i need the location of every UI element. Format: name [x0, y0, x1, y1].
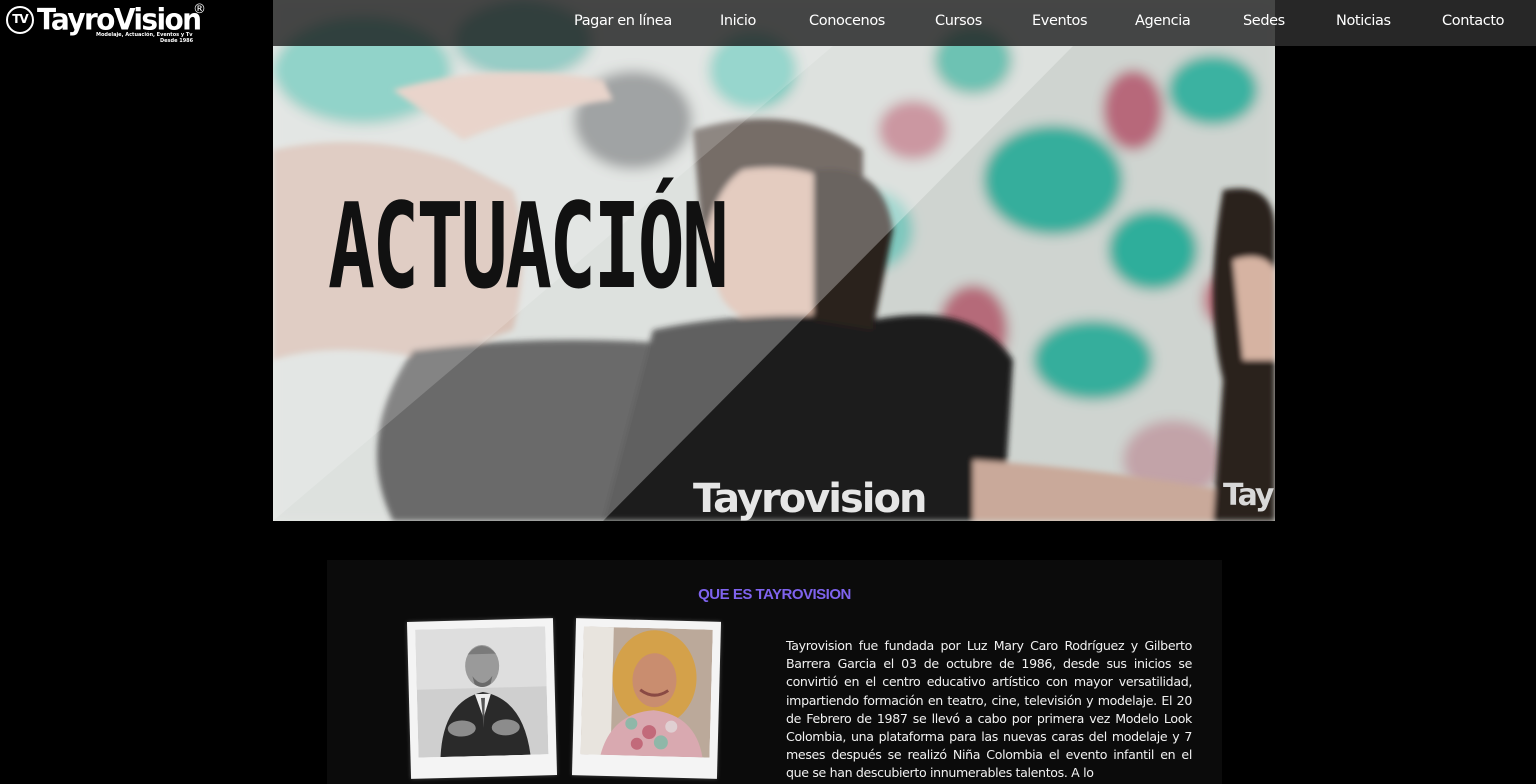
nav-cursos[interactable]: Cursos [935, 11, 982, 31]
registered-mark: ® [193, 2, 206, 17]
nav-eventos[interactable]: Eventos [1032, 11, 1088, 31]
nav-contacto[interactable]: Contacto [1442, 11, 1504, 31]
founder-man-image [415, 626, 549, 758]
about-body-text: Tayrovision fue fundada por Luz Mary Car… [786, 638, 1192, 781]
logo-since: Desde 1986 [160, 38, 194, 44]
founder-photo-2 [571, 618, 722, 779]
nav-pagar-en-linea[interactable]: Pagar en línea [574, 11, 672, 31]
brand-logo[interactable]: TV TayroVision ® Modelaje, Actuación, Ev… [4, 2, 210, 46]
founder-woman-image [580, 626, 713, 758]
founder-photo-1 [406, 618, 558, 779]
top-nav-bar: Pagar en línea Inicio Conocenos Cursos E… [273, 0, 1536, 46]
logo-badge: TV [6, 6, 34, 34]
about-section: QUE ES TAYROVISION Tayrovision fue funda… [327, 560, 1222, 784]
shirt-print: Tayrovision [693, 476, 925, 521]
page: Tayrovision Tay Pagar en línea Inicio Co… [0, 0, 1536, 784]
nav-sedes[interactable]: Sedes [1243, 11, 1285, 31]
nav-conocenos[interactable]: Conocenos [809, 11, 885, 31]
svg-text:Tay: Tay [1223, 478, 1275, 513]
about-heading: QUE ES TAYROVISION [698, 586, 851, 603]
nav-inicio[interactable]: Inicio [720, 11, 756, 31]
nav-noticias[interactable]: Noticias [1336, 11, 1391, 31]
nav-agencia[interactable]: Agencia [1135, 11, 1191, 31]
hero-title: ACTUACIÓN [328, 177, 729, 315]
